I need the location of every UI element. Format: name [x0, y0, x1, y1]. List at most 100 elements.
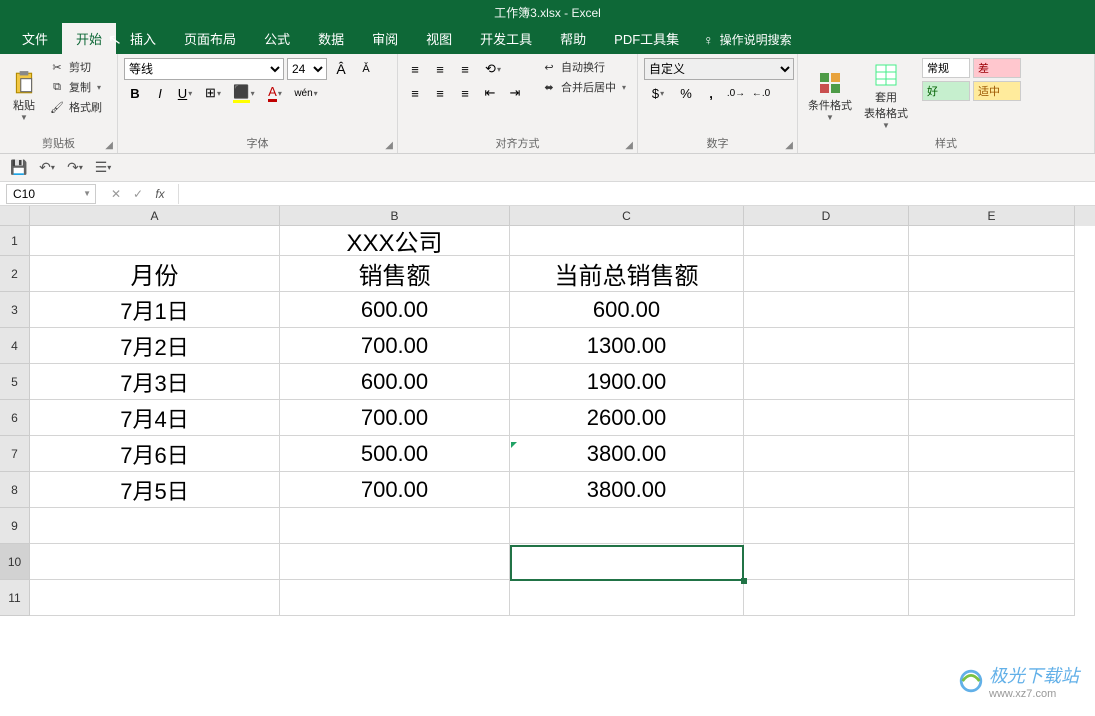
orientation-button[interactable]: ⟲▾ — [479, 58, 507, 80]
insert-function-button[interactable]: fx — [150, 187, 170, 201]
style-neutral[interactable]: 适中 — [973, 81, 1021, 101]
font-color-button[interactable]: A▾ — [261, 82, 289, 104]
cell[interactable] — [30, 508, 280, 544]
tab-developer[interactable]: 开发工具 — [466, 23, 546, 54]
cell[interactable] — [280, 508, 510, 544]
cell[interactable] — [909, 328, 1075, 364]
cell[interactable]: 7月5日 — [30, 472, 280, 508]
percent-button[interactable]: % — [675, 82, 697, 104]
col-header-D[interactable]: D — [744, 206, 909, 226]
cell[interactable] — [909, 580, 1075, 616]
cell[interactable] — [510, 226, 744, 256]
col-header-E[interactable]: E — [909, 206, 1075, 226]
cell[interactable] — [744, 226, 909, 256]
cell[interactable]: 7月3日 — [30, 364, 280, 400]
paste-button[interactable]: 粘贴 ▼ — [6, 58, 42, 133]
tab-view[interactable]: 视图 — [412, 23, 466, 54]
formula-bar[interactable] — [178, 184, 1095, 204]
cell[interactable]: 7月2日 — [30, 328, 280, 364]
tab-file[interactable]: 文件 — [8, 23, 62, 54]
tab-home[interactable]: 开始 — [62, 23, 116, 54]
align-middle-button[interactable]: ≡ — [429, 58, 451, 80]
undo-button[interactable]: ↶▾ — [36, 158, 58, 178]
cell[interactable] — [744, 328, 909, 364]
cell[interactable] — [909, 400, 1075, 436]
style-bad[interactable]: 差 — [973, 58, 1021, 78]
tab-review[interactable]: 审阅 — [358, 23, 412, 54]
cancel-formula-button[interactable]: ✕ — [106, 187, 126, 201]
fill-color-button[interactable]: ⬛▾ — [230, 82, 258, 104]
increase-decimal-button[interactable]: .0→ — [725, 82, 747, 104]
cell[interactable]: 700.00 — [280, 400, 510, 436]
fill-handle[interactable] — [741, 578, 747, 584]
cell[interactable]: 3800.00 — [510, 436, 744, 472]
align-left-button[interactable]: ≡ — [404, 82, 426, 104]
indent-increase-button[interactable]: ⇥ — [504, 82, 526, 104]
copy-button[interactable]: ⧉复制▾ — [46, 78, 105, 96]
wrap-text-button[interactable]: ↩自动换行 — [538, 58, 629, 76]
cell[interactable] — [30, 226, 280, 256]
save-button[interactable]: 💾 — [8, 158, 30, 178]
format-as-table-button[interactable]: 套用 表格格式▼ — [860, 58, 912, 133]
cell[interactable]: 月份 — [30, 256, 280, 292]
comma-button[interactable]: , — [700, 82, 722, 104]
cell[interactable]: 3800.00 — [510, 472, 744, 508]
row-header[interactable]: 9 — [0, 508, 30, 544]
row-header[interactable]: 6 — [0, 400, 30, 436]
cell[interactable] — [744, 472, 909, 508]
select-all-corner[interactable] — [0, 206, 30, 226]
tell-me-search[interactable]: ♀ 操作说明搜索 — [693, 25, 802, 54]
cell[interactable]: 7月1日 — [30, 292, 280, 328]
tab-pdf[interactable]: PDF工具集 — [600, 23, 693, 54]
cell[interactable] — [510, 580, 744, 616]
cell[interactable]: 600.00 — [280, 364, 510, 400]
number-format-select[interactable]: 自定义 — [644, 58, 794, 80]
cell[interactable] — [744, 508, 909, 544]
cell[interactable] — [909, 256, 1075, 292]
cell[interactable]: 700.00 — [280, 472, 510, 508]
conditional-format-button[interactable]: 条件格式▼ — [804, 58, 856, 133]
cell[interactable]: 当前总销售额 — [510, 256, 744, 292]
align-bottom-button[interactable]: ≡ — [454, 58, 476, 80]
redo-button[interactable]: ↷▾ — [64, 158, 86, 178]
cell[interactable]: 2600.00 — [510, 400, 744, 436]
cell[interactable]: 700.00 — [280, 328, 510, 364]
align-center-button[interactable]: ≡ — [429, 82, 451, 104]
row-header[interactable]: 2 — [0, 256, 30, 292]
cell[interactable] — [510, 508, 744, 544]
row-header[interactable]: 11 — [0, 580, 30, 616]
cell[interactable] — [744, 436, 909, 472]
cell[interactable] — [909, 292, 1075, 328]
accounting-format-button[interactable]: $▾ — [644, 82, 672, 104]
row-header[interactable]: 7 — [0, 436, 30, 472]
style-normal[interactable]: 常规 — [922, 58, 970, 78]
cell[interactable] — [909, 226, 1075, 256]
cell[interactable] — [909, 364, 1075, 400]
row-header[interactable]: 10 — [0, 544, 30, 580]
launcher-icon[interactable]: ◢ — [105, 140, 113, 151]
row-header[interactable]: 8 — [0, 472, 30, 508]
cell[interactable] — [744, 256, 909, 292]
cell[interactable] — [744, 544, 909, 580]
launcher-icon[interactable]: ◢ — [385, 140, 393, 151]
cell[interactable] — [280, 580, 510, 616]
cell[interactable] — [280, 544, 510, 580]
underline-button[interactable]: U▾ — [174, 82, 196, 104]
cell[interactable] — [744, 400, 909, 436]
merge-center-button[interactable]: ⬌合并后居中▾ — [538, 78, 629, 96]
tab-pagelayout[interactable]: 页面布局 — [170, 23, 250, 54]
tab-formulas[interactable]: 公式 — [250, 23, 304, 54]
cell[interactable]: 7月4日 — [30, 400, 280, 436]
col-header-C[interactable]: C — [510, 206, 744, 226]
enter-formula-button[interactable]: ✓ — [128, 187, 148, 201]
row-header[interactable]: 4 — [0, 328, 30, 364]
cell[interactable] — [909, 436, 1075, 472]
decrease-font-button[interactable]: Ǎ — [355, 58, 377, 80]
indent-decrease-button[interactable]: ⇤ — [479, 82, 501, 104]
launcher-icon[interactable]: ◢ — [625, 140, 633, 151]
cut-button[interactable]: ✂剪切 — [46, 58, 105, 76]
align-top-button[interactable]: ≡ — [404, 58, 426, 80]
cell[interactable] — [744, 292, 909, 328]
row-header[interactable]: 3 — [0, 292, 30, 328]
tab-insert[interactable]: 插入 — [116, 23, 170, 54]
